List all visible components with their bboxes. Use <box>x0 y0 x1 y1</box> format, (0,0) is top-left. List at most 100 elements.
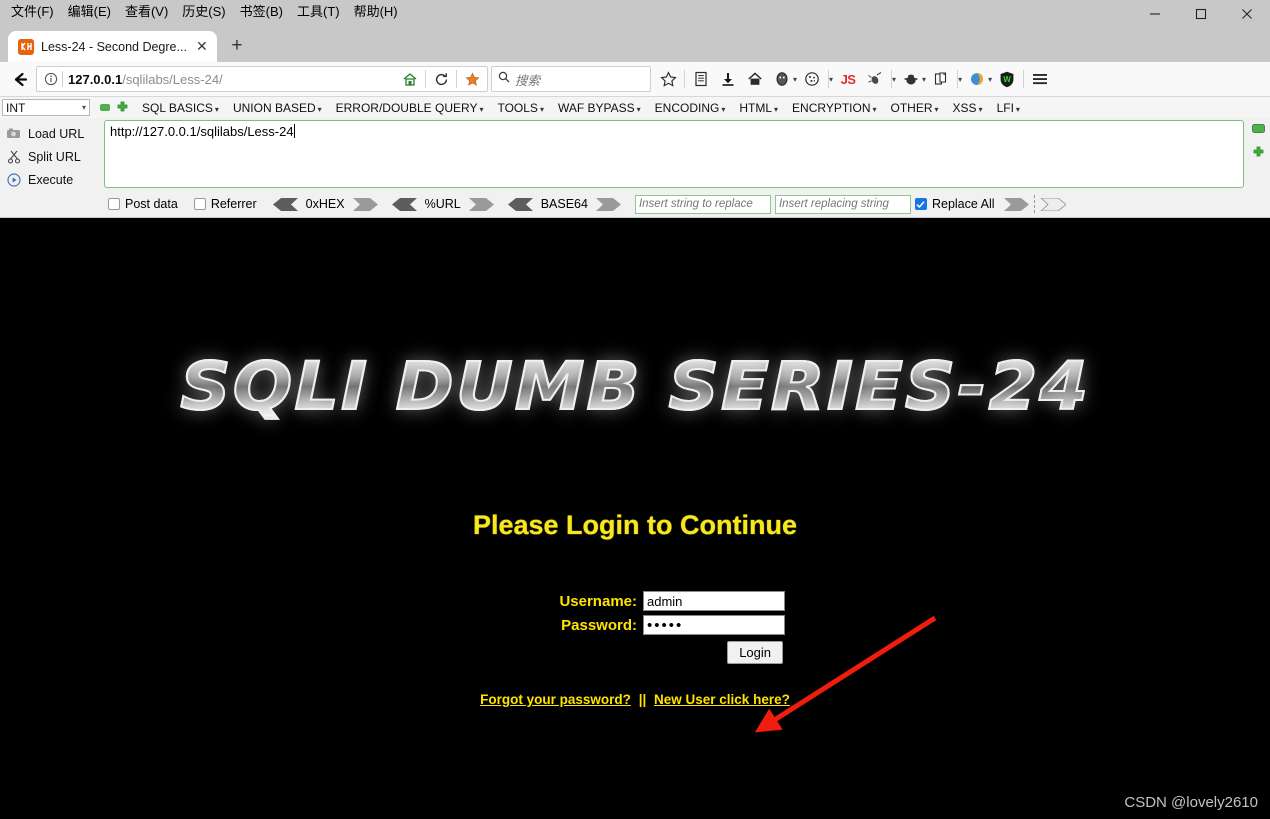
hackbar-menu-encryption[interactable]: ENCRYPTION ▾ <box>785 101 883 115</box>
info-circle-icon[interactable] <box>41 72 61 86</box>
favicon-icon <box>18 38 34 55</box>
maximize-icon[interactable] <box>1178 0 1224 28</box>
new-tab-button[interactable]: + <box>223 32 251 60</box>
menu-file[interactable]: 文件(F) <box>4 1 61 23</box>
bug-icon[interactable] <box>862 66 888 92</box>
home-icon[interactable] <box>399 68 421 90</box>
browser-globe-icon[interactable] <box>964 66 990 92</box>
firefox-pocket-icon[interactable] <box>461 68 483 90</box>
encoder-hex: 0xHEX <box>272 197 378 211</box>
encode-arrow-icon[interactable] <box>352 197 378 211</box>
execute-icon <box>5 171 22 188</box>
minimize-icon[interactable] <box>1132 0 1178 28</box>
checkbox-box-checked <box>914 198 927 210</box>
cookie-icon[interactable] <box>799 66 825 92</box>
menu-tools[interactable]: 工具(T) <box>290 1 347 23</box>
login-button[interactable]: Login <box>727 641 783 664</box>
footer-links: Forgot your password? || New User click … <box>0 692 1270 707</box>
hackbar-menu-encoding[interactable]: ENCODING ▾ <box>648 101 733 115</box>
hackbar-menu-label: OTHER <box>890 100 933 115</box>
hackbar-panel: INT ▾ SQL BASICS ▾ UNION BASED ▾ ERROR/DOU… <box>0 97 1270 218</box>
hackbar-menu-tools[interactable]: TOOLS ▾ <box>490 101 550 115</box>
menu-edit[interactable]: 编辑(E) <box>61 1 118 23</box>
hackbar-menu-union-based[interactable]: UNION BASED ▾ <box>226 101 329 115</box>
post-data-checkbox[interactable]: Post data <box>108 197 178 211</box>
url-icon-divider-2 <box>456 70 457 88</box>
hackbar-menu-sql-basics[interactable]: SQL BASICS ▾ <box>135 101 226 115</box>
encode-arrow-icon-2[interactable] <box>468 197 494 211</box>
decode-arrow-icon-2[interactable] <box>391 197 418 211</box>
execute-button[interactable]: Execute <box>0 168 100 191</box>
encoder-url-label: %URL <box>424 197 461 211</box>
user-avatar-icon[interactable] <box>769 66 795 92</box>
username-label: Username: <box>559 592 637 610</box>
chevron-down-icon-3[interactable]: ▾ <box>892 75 896 84</box>
hackbar-menu-row: INT ▾ SQL BASICS ▾ UNION BASED ▾ ERROR/DOU… <box>0 97 1270 118</box>
decode-arrow-icon-3[interactable] <box>507 197 534 211</box>
checkbox-box <box>193 198 206 210</box>
tab-strip: Less-24 - Second Degre... ✕ + <box>0 28 1270 62</box>
decode-arrow-icon[interactable] <box>272 197 299 211</box>
green-rect-icon[interactable] <box>1252 120 1265 138</box>
navigation-toolbar: 127.0.0.1/sqlilabs/Less-24/ 搜索 ▾ ▾ JS ▾ … <box>0 62 1270 97</box>
copy-page-icon[interactable] <box>928 66 954 92</box>
execute-label: Execute <box>28 172 74 187</box>
encoder-url: %URL <box>391 197 494 211</box>
hackbar-menu-error-double-query[interactable]: ERROR/DOUBLE QUERY ▾ <box>329 101 491 115</box>
menu-history[interactable]: 历史(S) <box>175 1 232 23</box>
close-icon[interactable] <box>1224 0 1270 28</box>
menu-bar: 文件(F) 编辑(E) 查看(V) 历史(S) 书签(B) 工具(T) 帮助(H… <box>0 0 405 24</box>
plus-button[interactable] <box>116 101 129 114</box>
menu-help[interactable]: 帮助(H) <box>347 1 405 23</box>
green-plus-icon[interactable] <box>1252 146 1265 164</box>
referrer-checkbox[interactable]: Referrer <box>193 197 257 211</box>
tab-close-icon[interactable]: ✕ <box>193 38 211 56</box>
replace-with-input[interactable]: Insert replacing string <box>774 194 911 214</box>
replace-all-checkbox[interactable]: Replace All <box>914 197 995 211</box>
reload-icon[interactable] <box>430 68 452 90</box>
link-separator: || <box>638 692 647 707</box>
back-arrow-icon[interactable] <box>6 65 34 93</box>
replace-apply-arrow-icon-2[interactable] <box>1039 197 1067 211</box>
options-divider <box>1033 195 1035 213</box>
extension-toolbar: ▾ ▾ JS ▾ ▾ ▾ ▾ W <box>655 66 1264 92</box>
replace-apply-arrow-icon[interactable] <box>1003 197 1029 211</box>
wappalyzer-shield-icon[interactable]: W <box>994 66 1020 92</box>
encode-arrow-icon-3[interactable] <box>595 197 621 211</box>
downloads-icon[interactable] <box>715 66 741 92</box>
minus-button[interactable] <box>100 104 110 111</box>
watermark-text: CSDN @lovely2610 <box>1124 794 1258 811</box>
bookmark-star-icon[interactable] <box>655 66 681 92</box>
new-user-link[interactable]: New User click here? <box>654 692 790 707</box>
url-bar[interactable]: 127.0.0.1/sqlilabs/Less-24/ <box>36 66 488 92</box>
search-bar[interactable]: 搜索 <box>491 66 651 92</box>
hackbar-menu-waf-bypass[interactable]: WAF BYPASS ▾ <box>551 101 648 115</box>
menu-view[interactable]: 查看(V) <box>118 1 175 23</box>
javascript-toggle-icon[interactable]: JS <box>835 66 861 92</box>
chevron-down-icon-5[interactable]: ▾ <box>958 75 962 84</box>
forgot-password-link[interactable]: Forgot your password? <box>480 692 631 707</box>
password-input[interactable]: ••••• <box>643 615 785 635</box>
load-url-button[interactable]: Load URL <box>0 122 100 145</box>
hackbar-menu-label: ERROR/DOUBLE QUERY <box>335 100 478 115</box>
chevron-down-icon-m2: ▾ <box>479 104 484 114</box>
split-url-button[interactable]: Split URL <box>0 145 100 168</box>
tab-less-24[interactable]: Less-24 - Second Degre... ✕ <box>8 31 217 62</box>
hackbar-menu-html[interactable]: HTML ▾ <box>732 101 785 115</box>
spoof-identity-icon[interactable] <box>898 66 924 92</box>
replace-search-input[interactable]: Insert string to replace <box>634 194 771 214</box>
hamburger-menu-icon[interactable] <box>1027 66 1053 92</box>
hackbar-menu-lfi[interactable]: LFI ▾ <box>990 101 1027 115</box>
hackbar-url-textarea[interactable]: http://127.0.0.1/sqlilabs/Less-24 <box>104 120 1244 188</box>
chevron-down-icon-2[interactable]: ▾ <box>829 75 833 84</box>
hackbar-menu-other[interactable]: OTHER ▾ <box>884 101 946 115</box>
hackbar-actions: Load URL Split URL Execute <box>0 120 100 191</box>
library-icon[interactable] <box>688 66 714 92</box>
home-icon[interactable] <box>742 66 768 92</box>
hackbar-menu-label: LFI <box>996 100 1014 115</box>
menu-bookmarks[interactable]: 书签(B) <box>233 1 290 23</box>
hackbar-type-select[interactable]: INT ▾ <box>2 99 90 116</box>
hackbar-menu-xss[interactable]: XSS ▾ <box>946 101 990 115</box>
chevron-down-icon-m0: ▾ <box>214 104 219 114</box>
username-input[interactable]: admin <box>643 591 785 611</box>
